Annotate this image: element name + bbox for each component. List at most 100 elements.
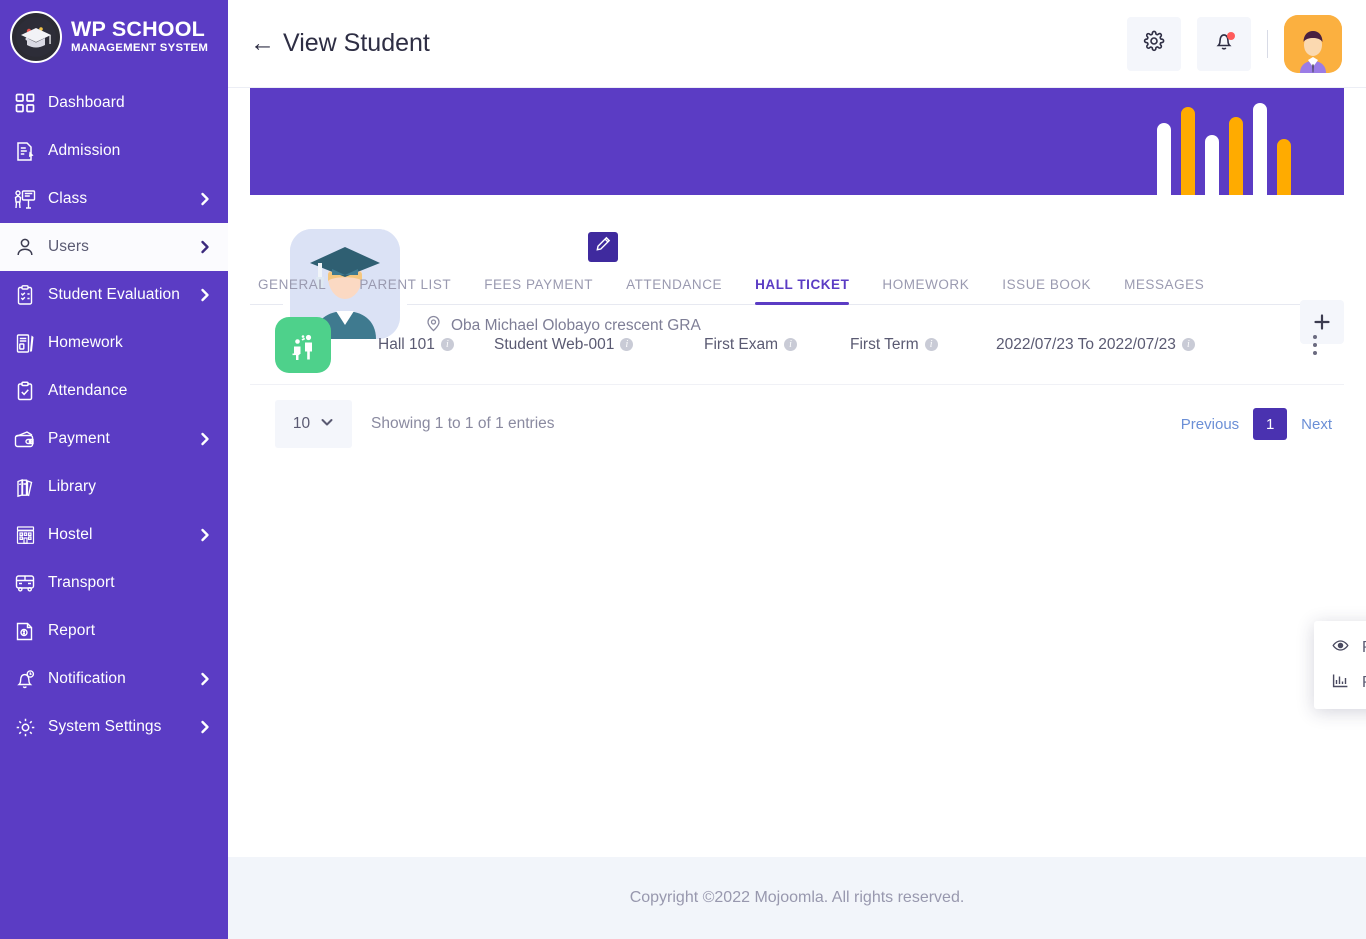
sidebar-item-label: Attendance [48, 382, 128, 399]
sidebar-item-label: Transport [48, 574, 115, 591]
wallet-icon [12, 426, 38, 452]
gear-icon [1143, 30, 1165, 57]
dot [1313, 342, 1317, 347]
sidebar-item-label: Payment [48, 430, 110, 447]
chevron-right-icon [198, 288, 212, 302]
content-area: Student Web +1 9517538526 Oba Michael Ol… [228, 88, 1366, 857]
sidebar-item-label: Dashboard [48, 94, 125, 111]
bus-icon [12, 570, 38, 596]
sidebar-item-notification[interactable]: Notification [0, 655, 228, 703]
sidebar-item-homework[interactable]: Homework [0, 319, 228, 367]
table-row: Hall 101 i Student Web-001 i First Exam … [250, 305, 1344, 385]
hall-ticket-table: Hall 101 i Student Web-001 i First Exam … [250, 305, 1366, 709]
book-pen-icon [12, 330, 38, 356]
chevron-right-icon [198, 672, 212, 686]
sidebar-item-student-evaluation[interactable]: Student Evaluation [0, 271, 228, 319]
user-icon [12, 234, 38, 260]
graduation-cap-logo-icon [10, 10, 62, 63]
tab-bar: GENERAL PARENT LIST FEES PAYMENT ATTENDA… [250, 263, 1344, 305]
report-doc-icon [12, 618, 38, 644]
tab-fees-payment[interactable]: FEES PAYMENT [484, 277, 593, 304]
tab-homework[interactable]: HOMEWORK [882, 277, 969, 304]
books-icon [12, 474, 38, 500]
tab-parent-list[interactable]: PARENT LIST [359, 277, 451, 304]
chevron-right-icon [198, 720, 212, 734]
page-title: ← View Student [250, 29, 430, 58]
sidebar-item-attendance[interactable]: Attendance [0, 367, 228, 415]
row-actions-button[interactable] [1304, 330, 1326, 360]
sidebar-item-class[interactable]: Class [0, 175, 228, 223]
edit-student-button[interactable] [588, 231, 619, 262]
showing-entries-text: Showing 1 to 1 of 1 entries [371, 415, 555, 432]
sidebar-item-library[interactable]: Library [0, 463, 228, 511]
sidebar-item-label: Notification [48, 670, 126, 687]
tab-issue-book[interactable]: ISSUE BOOK [1002, 277, 1091, 304]
document-pen-icon [12, 138, 38, 164]
sidebar-item-users[interactable]: Users [0, 223, 228, 271]
info-icon[interactable]: i [620, 338, 634, 351]
banner-bars-decoration [1157, 88, 1291, 195]
sidebar-item-dashboard[interactable]: Dashboard [0, 79, 228, 127]
page-number-1[interactable]: 1 [1253, 408, 1288, 440]
sidebar-item-hostel[interactable]: Hostel [0, 511, 228, 559]
sidebar-item-label: Library [48, 478, 97, 495]
toolbar-divider [1267, 29, 1268, 58]
gear-icon [12, 714, 38, 740]
cell-date-range: 2022/07/23 To 2022/07/23 i [996, 336, 1236, 354]
term-value: First Term [850, 335, 919, 353]
student-name: Student Web [425, 231, 578, 261]
chevron-down-icon [320, 415, 334, 434]
copyright-text: Copyright ©2022 Mojoomla. All rights res… [629, 889, 965, 906]
main-area: ← View Student Student Web +1 9517538526… [228, 0, 1366, 939]
sidebar-item-transport[interactable]: Transport [0, 559, 228, 607]
sidebar-item-label: Class [48, 190, 88, 207]
next-page-link[interactable]: Next [1301, 416, 1332, 433]
info-icon[interactable]: i [1181, 338, 1195, 351]
bell-icon [12, 666, 38, 692]
settings-button[interactable] [1127, 16, 1181, 71]
notifications-button[interactable] [1197, 16, 1251, 71]
brand-text: WP SCHOOL MANAGEMENT SYSTEM [71, 16, 209, 55]
footer: Copyright ©2022 Mojoomla. All rights res… [228, 857, 1366, 939]
grid-icon [12, 90, 38, 116]
eye-icon [1332, 637, 1349, 659]
sidebar-item-label: System Settings [48, 718, 162, 735]
exam-value: First Exam [704, 335, 779, 353]
dot [1313, 350, 1317, 355]
tab-attendance[interactable]: ATTENDANCE [626, 277, 722, 304]
sidebar-item-payment[interactable]: Payment [0, 415, 228, 463]
sidebar-item-label: Report [48, 622, 96, 639]
cell-hall: Hall 101 i [378, 336, 494, 354]
page-nav: Previous 1 Next [1181, 408, 1344, 440]
info-icon[interactable]: i [784, 338, 798, 351]
notification-badge-dot [1227, 31, 1235, 40]
brand-logo-block[interactable]: WP SCHOOL MANAGEMENT SYSTEM [0, 0, 228, 73]
tab-general[interactable]: GENERAL [258, 277, 326, 304]
back-arrow-icon[interactable]: ← [250, 31, 275, 56]
cell-exam: First Exam i [704, 336, 850, 354]
cell-term: First Term i [850, 336, 996, 354]
avatar[interactable] [1284, 14, 1342, 73]
tab-hall-ticket[interactable]: HALL TICKET [755, 277, 850, 305]
sidebar-item-label: Homework [48, 334, 123, 351]
clipboard-tick-icon [12, 378, 38, 404]
previous-page-link[interactable]: Previous [1181, 416, 1239, 433]
info-icon[interactable]: i [924, 338, 938, 351]
sidebar: WP SCHOOL MANAGEMENT SYSTEM Dashboard Ad… [0, 0, 228, 939]
sidebar-item-admission[interactable]: Admission [0, 127, 228, 175]
tab-messages[interactable]: MESSAGES [1124, 277, 1204, 304]
topbar-actions [1127, 14, 1342, 73]
brand-subtitle: MANAGEMENT SYSTEM [71, 42, 209, 55]
page-title-text: View Student [283, 29, 430, 57]
app-root: WP SCHOOL MANAGEMENT SYSTEM Dashboard Ad… [0, 0, 1366, 939]
per-page-select[interactable]: 10 [275, 400, 352, 448]
info-icon[interactable]: i [440, 338, 454, 351]
brand-title: WP SCHOOL [71, 16, 205, 41]
sidebar-item-system-settings[interactable]: System Settings [0, 703, 228, 751]
menu-item-print[interactable]: Print [1314, 630, 1366, 665]
cell-student-id: Student Web-001 i [494, 336, 704, 354]
menu-item-pdf[interactable]: PDF [1314, 665, 1366, 700]
sidebar-item-label: Hostel [48, 526, 93, 543]
sidebar-item-report[interactable]: Report [0, 607, 228, 655]
hostel-building-icon [12, 522, 38, 548]
